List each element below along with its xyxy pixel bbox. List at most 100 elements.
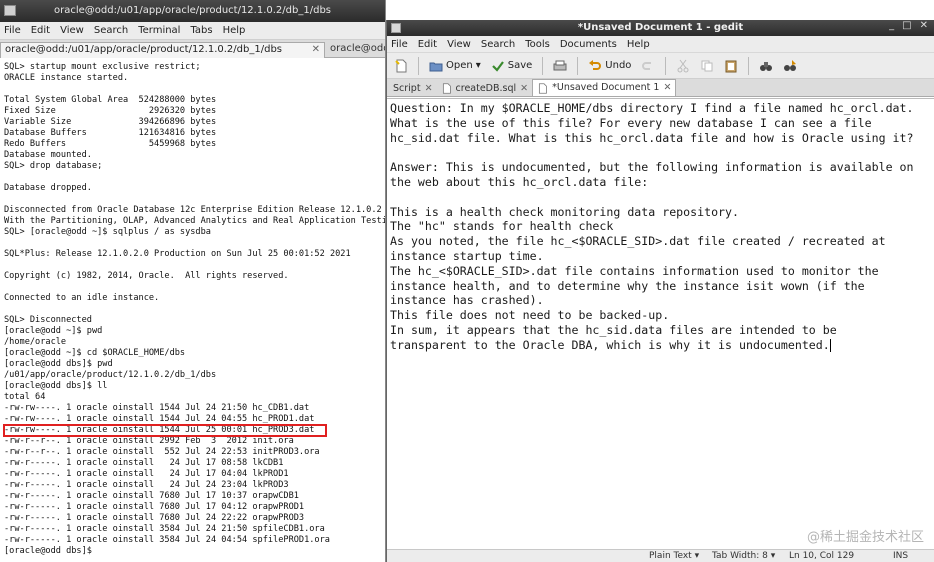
toolbar-divider bbox=[418, 56, 419, 75]
clipboard-icon bbox=[725, 60, 737, 72]
terminal-menu-help[interactable]: Help bbox=[223, 25, 246, 36]
terminal-line: -rw-rw----. 1 oracle oinstall 1544 Jul 2… bbox=[4, 414, 315, 424]
terminal-line: -rw-r--r--. 1 oracle oinstall 2992 Feb 3… bbox=[4, 436, 294, 446]
terminal-menubar: File Edit View Search Terminal Tabs Help bbox=[0, 22, 385, 40]
gedit-menu-file[interactable]: File bbox=[391, 39, 408, 50]
print-button[interactable] bbox=[550, 57, 570, 75]
tab-createdb[interactable]: createDB.sql ✕ bbox=[437, 81, 533, 96]
new-document-icon bbox=[395, 59, 407, 72]
close-icon[interactable]: ✕ bbox=[663, 81, 671, 95]
find-button[interactable] bbox=[756, 57, 776, 75]
terminal-line: Disconnected from Oracle Database 12c En… bbox=[4, 205, 382, 215]
new-document-button[interactable] bbox=[391, 57, 411, 75]
terminal-line: -rw-r-----. 1 oracle oinstall 24 Jul 24 … bbox=[4, 480, 289, 490]
gedit-menu-documents[interactable]: Documents bbox=[560, 39, 617, 50]
terminal-line: [oracle@odd ~]$ pwd bbox=[4, 326, 103, 336]
find-replace-icon bbox=[784, 59, 797, 71]
terminal-menu-edit[interactable]: Edit bbox=[31, 25, 50, 36]
terminal-tab-bar: oracle@odd:/u01/app/oracle/product/12.1.… bbox=[0, 40, 385, 58]
terminal-line: -rw-r-----. 1 oracle oinstall 3584 Jul 2… bbox=[4, 535, 330, 545]
tab-label: Script bbox=[393, 82, 421, 94]
text-cursor bbox=[829, 338, 831, 352]
terminal-output[interactable]: SQL> startup mount exclusive restrict; OR… bbox=[0, 58, 385, 562]
terminal-menu-tabs[interactable]: Tabs bbox=[190, 25, 212, 36]
gedit-menu-view[interactable]: View bbox=[447, 39, 471, 50]
terminal-line: [oracle@odd dbs]$ pwd bbox=[4, 359, 113, 369]
terminal-line: total 64 bbox=[4, 392, 46, 402]
copy-button[interactable] bbox=[697, 57, 717, 75]
window-controls: _ □ ✕ bbox=[889, 20, 928, 31]
save-button[interactable]: Save bbox=[488, 57, 536, 75]
terminal-line: SQL> Disconnected bbox=[4, 315, 92, 325]
terminal-line: SQL*Plus: Release 12.1.0.2.0 Production … bbox=[4, 249, 351, 259]
text-editor-area[interactable]: Question: In my $ORACLE_HOME/dbs directo… bbox=[387, 98, 934, 549]
terminal-title: oracle@odd:/u01/app/oracle/product/12.1.… bbox=[54, 5, 331, 16]
terminal-line: Database mounted. bbox=[4, 150, 92, 160]
redo-icon bbox=[642, 61, 652, 70]
terminal-line: ORACLE instance started. bbox=[4, 73, 129, 83]
status-bar: Plain Text ▾ Tab Width: 8 ▾ Ln 10, Col 1… bbox=[387, 549, 934, 562]
terminal-line: -rw-r-----. 1 oracle oinstall 24 Jul 17 … bbox=[4, 458, 284, 468]
tab-label: createDB.sql bbox=[455, 82, 517, 94]
terminal-tab-second[interactable]: oracle@odd: bbox=[326, 42, 385, 58]
terminal-menu-terminal[interactable]: Terminal bbox=[138, 25, 180, 36]
terminal-line: SQL> drop database; bbox=[4, 161, 103, 171]
scissors-icon bbox=[677, 59, 689, 72]
terminal-menu-search[interactable]: Search bbox=[94, 25, 128, 36]
printer-icon bbox=[553, 60, 567, 70]
terminal-tab-label: oracle@odd:/u01/app/oracle/product/12.1.… bbox=[5, 44, 282, 55]
language-selector[interactable]: Plain Text ▾ bbox=[649, 551, 699, 561]
terminal-line: Variable Size 394266896 bytes bbox=[4, 117, 217, 127]
terminal-line: Fixed Size 2926320 bytes bbox=[4, 106, 217, 116]
maximize-icon[interactable]: □ bbox=[902, 20, 911, 31]
gedit-menu-tools[interactable]: Tools bbox=[525, 39, 550, 50]
terminal-line: Database dropped. bbox=[4, 183, 92, 193]
undo-button[interactable]: Undo bbox=[585, 57, 634, 75]
tab-width-selector[interactable]: Tab Width: 8 ▾ bbox=[712, 551, 775, 561]
terminal-window: oracle@odd: /u01/app/oracle/product/12.1.… bbox=[0, 0, 386, 562]
paste-button[interactable] bbox=[721, 57, 741, 75]
terminal-line: SQL> [oracle@odd ~]$ sqlplus / as sysdba bbox=[4, 227, 211, 237]
watermark: @稀土掘金技术社区 bbox=[806, 530, 924, 545]
close-icon[interactable]: ✕ bbox=[312, 43, 320, 57]
cursor-position: Ln 10, Col 129 bbox=[789, 551, 855, 561]
binoculars-icon bbox=[760, 61, 773, 71]
save-icon bbox=[491, 60, 504, 72]
gedit-title: *Unsaved Document 1 - gedit bbox=[577, 22, 744, 33]
replace-button[interactable] bbox=[780, 57, 800, 75]
terminal-line: -rw-r-----. 1 oracle oinstall 7680 Jul 1… bbox=[4, 502, 305, 512]
copy-icon bbox=[701, 60, 713, 71]
gedit-menu-search[interactable]: Search bbox=[481, 39, 515, 50]
terminal-line: Copyright (c) 1982, 2014, Oracle. All ri… bbox=[4, 271, 289, 281]
terminal-line: [oracle@odd dbs]$ bbox=[4, 546, 98, 556]
folder-icon bbox=[429, 62, 443, 71]
close-window-icon[interactable]: ✕ bbox=[920, 20, 928, 31]
gedit-titlebar: *Unsaved Document 1 - gedit _ □ ✕ bbox=[387, 20, 934, 36]
terminal-line: -rw-r-----. 1 oracle oinstall 7680 Jul 2… bbox=[4, 513, 305, 523]
terminal-tab-active[interactable]: oracle@odd:/u01/app/oracle/product/12.1.… bbox=[0, 42, 325, 58]
terminal-menu-file[interactable]: File bbox=[4, 25, 21, 36]
tab-unsaved-document[interactable]: *Unsaved Document 1 ✕ bbox=[532, 79, 677, 96]
gedit-menu-help[interactable]: Help bbox=[627, 39, 650, 50]
terminal-line: /home/oracle bbox=[4, 337, 67, 347]
terminal-menu-view[interactable]: View bbox=[60, 25, 84, 36]
gedit-menu-edit[interactable]: Edit bbox=[418, 39, 437, 50]
close-icon[interactable]: ✕ bbox=[425, 82, 433, 96]
document-text: Question: In my $ORACLE_HOME/dbs directo… bbox=[390, 101, 914, 352]
terminal-line: /u01/app/oracle/product/12.1.0.2/db_1/db… bbox=[4, 370, 217, 380]
open-button[interactable]: Open ▾ bbox=[426, 57, 484, 75]
cut-button[interactable] bbox=[673, 57, 693, 75]
undo-icon bbox=[589, 59, 602, 70]
terminal-line: -rw-r-----. 1 oracle oinstall 7680 Jul 1… bbox=[4, 491, 299, 501]
tab-script[interactable]: Script ✕ bbox=[389, 81, 437, 96]
gedit-tab-bar: Script ✕ createDB.sql ✕ *Unsaved Documen… bbox=[387, 79, 934, 97]
terminal-line: Redo Buffers 5459968 bytes bbox=[4, 139, 217, 149]
highlighted-file-line: -rw-rw----. 1 oracle oinstall 1544 Jul 2… bbox=[3, 424, 327, 437]
redo-button[interactable] bbox=[638, 57, 658, 75]
close-icon[interactable]: ✕ bbox=[520, 82, 528, 96]
terminal-line: [oracle@odd dbs]$ ll bbox=[4, 381, 108, 391]
tab-label: *Unsaved Document 1 bbox=[552, 82, 660, 93]
minimize-icon[interactable]: _ bbox=[889, 20, 894, 31]
